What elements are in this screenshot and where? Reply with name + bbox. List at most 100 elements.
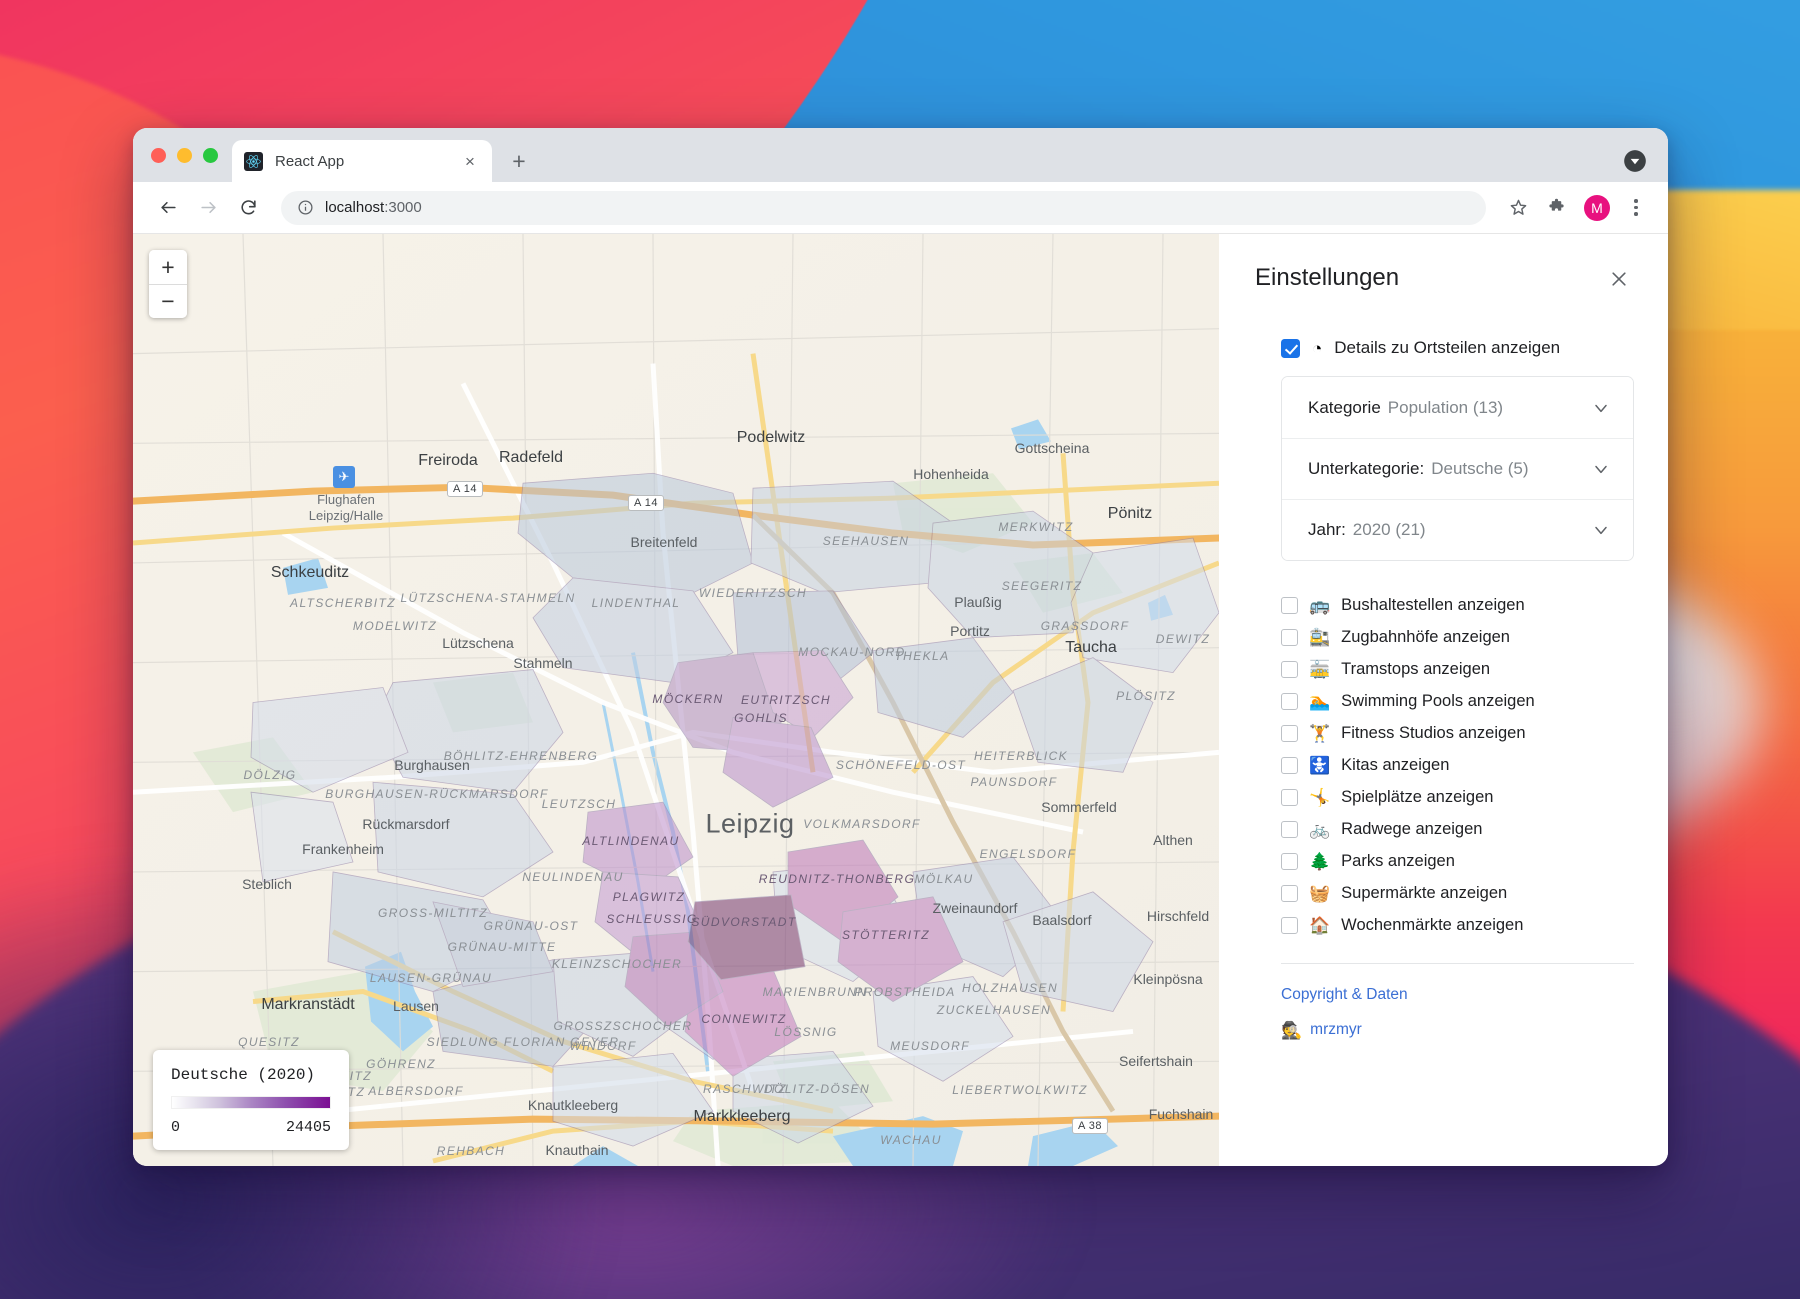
layer-checkbox-row[interactable]: 🤸 Spielplätze anzeigen	[1281, 781, 1634, 813]
layer-checkbox[interactable]	[1281, 789, 1298, 806]
browser-tab[interactable]: React App ×	[232, 140, 492, 182]
details-toggle-checkbox[interactable]	[1281, 339, 1300, 358]
zoom-out-button[interactable]: −	[149, 284, 187, 318]
legend-title: Deutsche (2020)	[171, 1066, 331, 1084]
layer-checkbox[interactable]	[1281, 757, 1298, 774]
layer-label: Spielplätze anzeigen	[1341, 788, 1493, 807]
filter-select-label: Jahr:	[1308, 520, 1346, 540]
playground-icon: 🤸	[1309, 789, 1330, 806]
tab-title: React App	[275, 153, 448, 170]
legend-max-value: 24405	[286, 1119, 331, 1136]
layer-checkbox-row[interactable]: 🚲Radwege anzeigen	[1281, 813, 1634, 845]
panel-divider	[1281, 963, 1634, 964]
train-station-icon: 🚉	[1309, 629, 1330, 646]
minimize-window-button[interactable]	[177, 148, 192, 163]
map-tiles	[133, 234, 1219, 1166]
layer-checkbox-row[interactable]: 🚉Zugbahnhöfe anzeigen	[1281, 621, 1634, 653]
details-toggle-row[interactable]: ◔ Details zu Ortsteilen anzeigen	[1281, 338, 1634, 358]
layer-checkbox[interactable]	[1281, 693, 1298, 710]
close-window-button[interactable]	[151, 148, 166, 163]
address-bar[interactable]: localhost:3000	[281, 191, 1486, 225]
three-dot-menu-icon[interactable]	[1622, 199, 1650, 216]
tab-strip-right	[1622, 148, 1668, 182]
filter-select-row[interactable]: Unterkategorie:Deutsche (5)	[1282, 438, 1633, 499]
layer-label: Parks anzeigen	[1341, 852, 1455, 871]
pie-chart-icon: ◔	[1312, 340, 1322, 357]
filter-select-value: Deutsche (5)	[1431, 459, 1528, 479]
chevron-down-icon[interactable]	[1591, 398, 1611, 418]
layer-checkbox-row[interactable]: 🚌Bushaltestellen anzeigen	[1281, 589, 1634, 621]
layer-label: Fitness Studios anzeigen	[1341, 724, 1525, 743]
browser-toolbar: localhost:3000 M	[133, 182, 1668, 234]
maximize-window-button[interactable]	[203, 148, 218, 163]
chevron-down-icon[interactable]	[1591, 520, 1611, 540]
layer-checkbox[interactable]	[1281, 629, 1298, 646]
legend-scale: 0 24405	[171, 1119, 331, 1136]
layer-checkbox-row[interactable]: 🚋 Tramstops anzeigen	[1281, 653, 1634, 685]
layer-checkbox-row[interactable]: 🏊Swimming Pools anzeigen	[1281, 685, 1634, 717]
layer-checkbox[interactable]	[1281, 821, 1298, 838]
bus-icon: 🚌	[1309, 597, 1330, 614]
layer-label: Supermärkte anzeigen	[1341, 884, 1507, 903]
filter-select-value: 2020 (21)	[1353, 520, 1426, 540]
profile-avatar[interactable]: M	[1584, 195, 1610, 221]
house-icon: 🏠	[1309, 917, 1330, 934]
layer-checkbox[interactable]	[1281, 661, 1298, 678]
basket-icon: 🧺	[1309, 885, 1330, 902]
tab-strip: React App × +	[133, 128, 1668, 182]
forward-arrow-icon[interactable]	[191, 191, 225, 225]
author-link-label: mrzmyr	[1310, 1021, 1362, 1039]
url-host: localhost	[325, 199, 384, 216]
bookmark-star-icon[interactable]	[1502, 192, 1534, 224]
close-tab-icon[interactable]: ×	[460, 151, 480, 171]
filter-select-group: Kategorie Population (13) Unterkategorie:D…	[1281, 376, 1634, 561]
author-link[interactable]: 🕵️ mrzmyr	[1281, 1021, 1634, 1039]
filter-select-value: Population (13)	[1388, 398, 1503, 418]
layer-label: Tramstops anzeigen	[1341, 660, 1490, 679]
settings-panel-header: Einstellungen	[1255, 264, 1634, 294]
map-viewport[interactable]: Leipzig FreirodaRadefeldPodelwitzGottsch…	[133, 234, 1219, 1166]
filter-select-label: Kategorie	[1308, 398, 1381, 418]
map-canvas: Leipzig FreirodaRadefeldPodelwitzGottsch…	[133, 234, 1219, 1166]
reload-icon[interactable]	[231, 191, 265, 225]
download-circle-icon[interactable]	[1622, 148, 1648, 174]
legend-gradient-bar	[171, 1096, 331, 1109]
legend-min-value: 0	[171, 1119, 180, 1136]
layer-checkbox[interactable]	[1281, 725, 1298, 742]
detective-icon: 🕵️	[1281, 1022, 1302, 1039]
copyright-link[interactable]: Copyright & Daten	[1281, 986, 1634, 1004]
url-text: localhost:3000	[325, 199, 422, 216]
extensions-puzzle-icon[interactable]	[1540, 192, 1572, 224]
close-panel-button[interactable]	[1604, 264, 1634, 294]
zoom-in-button[interactable]: +	[149, 250, 187, 284]
airport-icon: ✈	[333, 466, 355, 488]
new-tab-button[interactable]: +	[502, 144, 536, 178]
layer-checkbox-row[interactable]: 🏠 Wochenmärkte anzeigen	[1281, 909, 1634, 941]
chevron-down-icon[interactable]	[1591, 459, 1611, 479]
react-logo-icon	[244, 152, 263, 171]
layer-checkbox-row[interactable]: 🌲 Parks anzeigen	[1281, 845, 1634, 877]
filter-select-row[interactable]: Kategorie Population (13)	[1282, 377, 1633, 438]
swimming-icon: 🏊	[1309, 693, 1330, 710]
details-toggle-label: Details zu Ortsteilen anzeigen	[1334, 338, 1560, 358]
layer-label: Radwege anzeigen	[1341, 820, 1482, 839]
road-shield: A 38	[1072, 1118, 1108, 1134]
back-arrow-icon[interactable]	[151, 191, 185, 225]
filter-select-row[interactable]: Jahr: 2020 (21)	[1282, 499, 1633, 560]
map-zoom-control[interactable]: + −	[149, 250, 187, 318]
layer-checkbox-row[interactable]: 🏋️Fitness Studios anzeigen	[1281, 717, 1634, 749]
tram-icon: 🚋	[1309, 661, 1330, 678]
info-circle-icon[interactable]	[297, 199, 314, 216]
baby-icon: 🚼	[1309, 757, 1330, 774]
layer-checkbox[interactable]	[1281, 917, 1298, 934]
map-legend: Deutsche (2020) 0 24405	[153, 1050, 349, 1150]
layer-checkbox[interactable]	[1281, 853, 1298, 870]
layer-checkbox[interactable]	[1281, 597, 1298, 614]
tree-icon: 🌲	[1309, 853, 1330, 870]
window-traffic-lights	[147, 128, 232, 182]
layer-checkbox-row[interactable]: 🧺 Supermärkte anzeigen	[1281, 877, 1634, 909]
layer-label: Wochenmärkte anzeigen	[1341, 916, 1523, 935]
layer-checkbox-row[interactable]: 🚼Kitas anzeigen	[1281, 749, 1634, 781]
layer-checkbox[interactable]	[1281, 885, 1298, 902]
url-port: :3000	[384, 199, 422, 216]
